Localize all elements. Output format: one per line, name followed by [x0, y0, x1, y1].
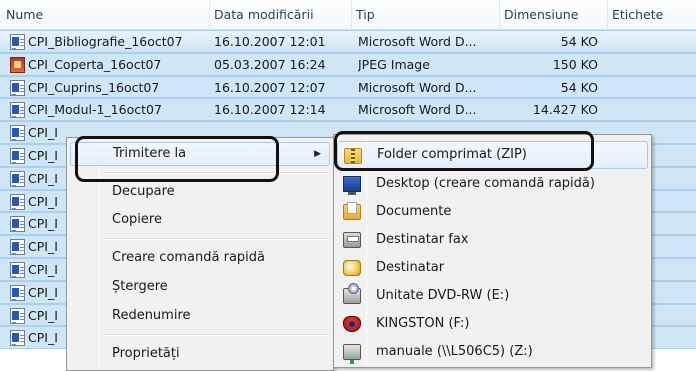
file-name: CPI_Modul-1_16oct07 — [28, 102, 162, 118]
word-document-icon — [10, 330, 25, 347]
annotation-highlight-zip — [334, 131, 594, 171]
file-row[interactable]: CPI_Bibliografie_16oct07 16.10.2007 12:0… — [0, 30, 696, 53]
file-name: CPI_Cuprins_16oct07 — [28, 79, 160, 95]
menu-item-create-shortcut[interactable]: Creare comandă rapidă — [70, 246, 330, 270]
usb-drive-icon — [343, 316, 361, 332]
file-size: 54 KO — [560, 34, 598, 49]
word-document-icon — [10, 34, 25, 50]
column-header-tags[interactable]: Etichete — [608, 0, 696, 30]
send-to-item-dvd[interactable]: Unitate DVD-RW (E:) — [337, 282, 648, 310]
column-header-size[interactable]: Dimensiune — [500, 0, 608, 30]
menu-separator — [103, 238, 329, 240]
word-document-icon — [10, 125, 25, 142]
menu-item-label: Redenumire — [112, 308, 191, 323]
send-to-item-kingston[interactable]: KINGSTON (F:) — [337, 310, 648, 338]
file-type: JPEG Image — [358, 56, 430, 72]
word-document-icon — [10, 193, 25, 210]
column-header-date[interactable]: Data modificării — [210, 0, 352, 30]
send-to-item-desktop[interactable]: Desktop (creare comandă rapidă) — [337, 170, 648, 198]
word-document-icon — [10, 79, 25, 96]
menu-item-delete[interactable]: Ștergere — [70, 275, 330, 299]
file-size: 14.427 KO — [532, 102, 598, 118]
desktop-icon — [343, 176, 361, 195]
file-row[interactable]: CPI_Cuprins_16oct07 16.10.2007 12:07 Mic… — [0, 75, 696, 99]
menu-item-label: Decupare — [112, 184, 175, 199]
menu-separator — [103, 334, 329, 336]
word-document-icon — [10, 307, 25, 324]
menu-item-label: Proprietăți — [112, 346, 180, 361]
word-document-icon — [10, 216, 25, 233]
send-to-item-documents[interactable]: Documente — [337, 198, 648, 226]
file-date: 16.10.2007 12:01 — [214, 34, 326, 49]
menu-item-label: Ștergere — [112, 279, 168, 294]
jpeg-image-icon — [10, 56, 25, 73]
file-size: 150 KO — [552, 56, 598, 72]
send-to-item-label: Desktop (creare comandă rapidă) — [376, 176, 595, 191]
word-document-icon — [10, 170, 25, 187]
file-name: CPI_Coperta_16oct07 — [28, 56, 162, 72]
word-document-icon — [10, 147, 25, 164]
send-to-item-label: Destinatar fax — [376, 232, 469, 247]
file-date: 05.03.2007 16:24 — [214, 56, 326, 72]
menu-item-rename[interactable]: Redenumire — [70, 304, 330, 328]
file-size: 54 KO — [560, 79, 598, 95]
send-to-item-label: Destinatar — [376, 260, 445, 275]
word-document-icon — [10, 261, 25, 278]
file-type: Microsoft Word D... — [358, 102, 477, 118]
send-to-item-label: KINGSTON (F:) — [376, 316, 470, 331]
documents-folder-icon — [343, 202, 361, 220]
send-to-item-label: Unitate DVD-RW (E:) — [376, 288, 510, 303]
file-type: Microsoft Word D... — [358, 34, 477, 49]
word-document-icon — [10, 239, 25, 256]
column-header-name[interactable]: Nume — [6, 0, 210, 30]
column-header-bar: Nume Data modificării Tip Dimensiune Eti… — [0, 0, 696, 30]
annotation-highlight-send-to — [75, 136, 279, 182]
submenu-arrow-icon: ▶ — [314, 149, 321, 159]
dvd-drive-icon — [343, 283, 361, 304]
file-row[interactable]: CPI_Modul-1_16oct07 16.10.2007 12:14 Mic… — [0, 98, 696, 122]
file-date: 16.10.2007 12:07 — [214, 79, 326, 95]
mail-recipient-icon — [343, 260, 361, 276]
send-to-item-recipient[interactable]: Destinatar — [337, 254, 648, 282]
send-to-item-fax[interactable]: Destinatar fax — [337, 226, 648, 254]
send-to-item-label: Documente — [376, 204, 452, 219]
menu-item-cut[interactable]: Decupare — [70, 180, 330, 204]
menu-item-copy[interactable]: Copiere — [70, 208, 330, 232]
menu-item-label: Creare comandă rapidă — [112, 250, 266, 265]
file-name: CPI_Bibliografie_16oct07 — [28, 34, 183, 49]
send-to-item-network[interactable]: manuale (\\L506C5) (Z:) — [337, 338, 648, 366]
file-date: 16.10.2007 12:14 — [214, 102, 326, 118]
file-type: Microsoft Word D... — [358, 79, 477, 95]
menu-item-label: Copiere — [112, 212, 162, 227]
column-header-type[interactable]: Tip — [352, 0, 500, 30]
word-document-icon — [10, 284, 25, 301]
menu-item-properties[interactable]: Proprietăți — [70, 342, 330, 366]
word-document-icon — [10, 102, 25, 119]
file-row[interactable]: CPI_Coperta_16oct07 05.03.2007 16:24 JPE… — [0, 52, 696, 76]
network-drive-icon — [343, 344, 361, 364]
send-to-item-label: manuale (\\L506C5) (Z:) — [376, 344, 533, 359]
fax-icon — [343, 232, 361, 248]
